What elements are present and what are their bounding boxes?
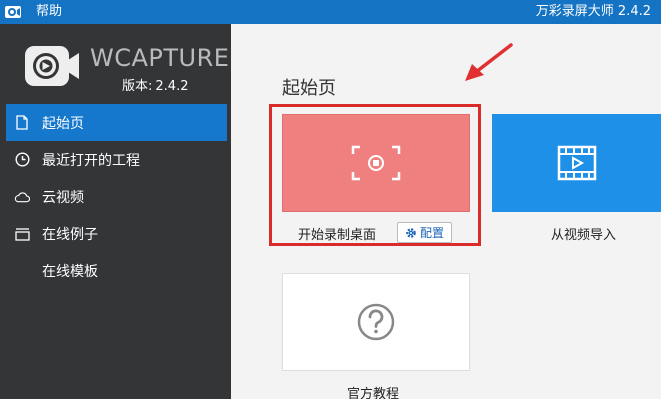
sidebar-nav: 起始页 最近打开的工程 云视频 在线例子 在线模板 [0,104,231,289]
document-icon [14,115,30,131]
window-title: 万彩录屏大师 2.4.2 [535,4,651,19]
sidebar-item-online-examples[interactable]: 在线例子 [6,215,227,252]
import-video-card[interactable] [492,114,661,212]
config-button-label: 配置 [419,226,444,240]
question-icon [357,303,395,341]
cloud-icon [14,189,30,205]
version-info: 版本: 2.4.2 [122,75,188,94]
sidebar-item-cloud-video[interactable]: 云视频 [6,178,227,215]
sidebar-item-label: 最近打开的工程 [42,152,140,169]
gear-icon [406,227,416,238]
sidebar-item-recent-projects[interactable]: 最近打开的工程 [6,141,227,178]
video-import-icon [557,145,596,181]
sidebar-item-label: 在线例子 [42,226,98,243]
config-button[interactable]: 配置 [397,222,452,243]
wcapture-logo-icon [25,46,79,86]
start-recording-label: 开始录制桌面 [298,228,377,243]
menu-help[interactable]: 帮助 [36,4,62,20]
clock-icon [14,152,30,168]
sidebar-item-start-page[interactable]: 起始页 [6,104,227,141]
sidebar-item-label: 起始页 [42,115,84,132]
title-bar: 帮助 万彩录屏大师 2.4.2 [0,0,661,24]
record-screen-icon [351,145,401,181]
brand-name: WCAPTURE [90,44,230,72]
official-tutorial-label: 官方教程 [347,387,400,399]
import-video-label: 从视频导入 [551,228,617,243]
sidebar-item-label: 在线模板 [42,263,98,280]
folder-icon [14,226,30,242]
sidebar-item-online-templates[interactable]: 在线模板 [6,252,227,289]
sidebar-item-label: 云视频 [42,189,84,206]
annotation-arrow-icon [465,43,513,81]
page-title: 起始页 [282,78,336,99]
version-value: 2.4.2 [155,79,189,94]
version-label: 版本: [122,79,153,94]
start-recording-card[interactable] [282,114,470,212]
sidebar: WCAPTURE 版本: 2.4.2 起始页 最近打开的工程 云视频 在线例子 … [0,24,231,399]
app-logo-icon [5,6,21,18]
official-tutorial-card[interactable] [282,273,470,371]
